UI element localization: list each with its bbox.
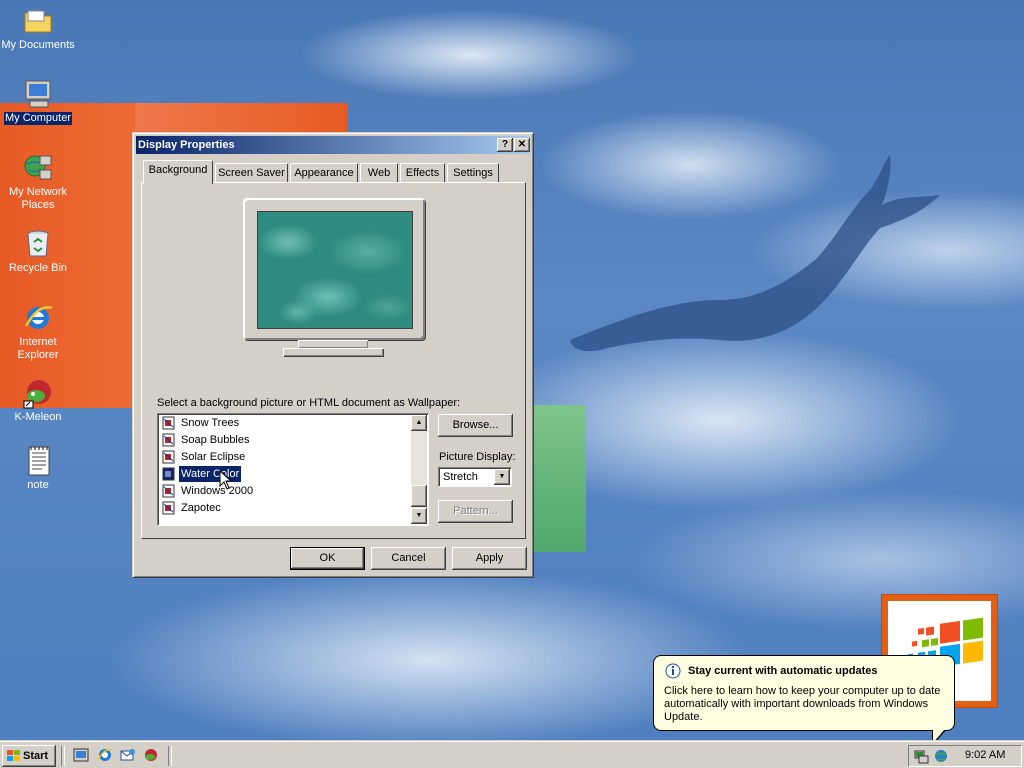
tab-appearance[interactable]: Appearance — [290, 163, 358, 183]
tab-web[interactable]: Web — [360, 163, 398, 183]
info-icon — [665, 663, 681, 679]
bitmap-file-icon — [162, 416, 176, 430]
desktop-icon-my-computer[interactable]: My Computer — [0, 78, 76, 125]
clock[interactable]: 9:02 AM — [965, 749, 1005, 761]
desktop-icon-label: Internet Explorer — [17, 336, 59, 361]
internet-explorer-icon[interactable] — [97, 747, 113, 763]
desktop-icon-internet-explorer[interactable]: Internet Explorer — [0, 302, 76, 362]
desktop-icon-label: My Network Places — [8, 186, 68, 211]
taskbar-separator — [61, 746, 65, 766]
help-button[interactable]: ? — [497, 138, 513, 152]
bitmap-file-icon — [162, 450, 176, 464]
browse-button[interactable]: Browse... — [438, 414, 513, 437]
chevron-down-icon[interactable]: ▼ — [494, 469, 510, 485]
monitor-base — [283, 348, 383, 356]
close-button[interactable]: ✕ — [514, 138, 530, 152]
tab-settings[interactable]: Settings — [447, 163, 499, 183]
system-tray: 9:02 AM — [908, 745, 1022, 767]
dialog-titlebar[interactable]: Display Properties ? ✕ — [136, 136, 530, 154]
picture-display-label: Picture Display: — [439, 451, 516, 463]
pattern-button[interactable]: Pattern... — [438, 500, 513, 523]
windows-flag-icon — [7, 750, 20, 761]
desktop-icon-my-documents[interactable]: My Documents — [0, 5, 76, 52]
tab-screen-saver[interactable]: Screen Saver — [215, 163, 288, 183]
desktop-icon-label: My Documents — [1, 39, 75, 51]
taskbar: Start 9:02 AM — [0, 740, 1024, 768]
k-meleon-icon[interactable] — [143, 747, 159, 763]
text-document-icon — [22, 445, 54, 477]
network-globe-icon — [22, 152, 54, 184]
listbox-scrollbar[interactable]: ▲ ▼ — [411, 415, 427, 524]
taskbar-separator — [168, 746, 172, 766]
tab-effects[interactable]: Effects — [400, 163, 445, 183]
balloon-body: Click here to learn how to keep your com… — [664, 685, 941, 723]
mouse-cursor-icon — [219, 470, 233, 490]
desktop-icon-label: My Computer — [3, 112, 73, 125]
dialog-title: Display Properties — [138, 139, 235, 151]
network-tray-icon[interactable] — [913, 748, 929, 764]
k-meleon-icon — [22, 377, 54, 409]
balloon-title: Stay current with automatic updates — [688, 665, 878, 677]
apply-button[interactable]: Apply — [452, 547, 527, 570]
computer-icon — [22, 78, 54, 110]
desktop-icon-note[interactable]: note — [0, 445, 76, 492]
folder-icon — [22, 5, 54, 37]
internet-explorer-icon — [22, 302, 54, 334]
bitmap-file-icon — [162, 433, 176, 447]
recycle-bin-icon — [22, 228, 54, 260]
desktop-icon-recycle-bin[interactable]: Recycle Bin — [0, 228, 76, 275]
desktop-icon-label: Recycle Bin — [8, 262, 68, 274]
display-properties-dialog: Display Properties ? ✕ Background Screen… — [132, 132, 534, 578]
scroll-thumb[interactable] — [411, 485, 427, 507]
windows-update-tray-icon[interactable] — [933, 748, 949, 764]
show-desktop-icon[interactable] — [73, 747, 89, 763]
outlook-express-icon[interactable] — [120, 747, 136, 763]
cancel-button[interactable]: Cancel — [371, 547, 446, 570]
wallpaper-green-block — [534, 405, 586, 552]
start-button[interactable]: Start — [2, 745, 56, 767]
scroll-up-arrow-icon[interactable]: ▲ — [411, 415, 427, 431]
ok-button[interactable]: OK — [290, 547, 365, 570]
monitor-preview — [243, 198, 425, 340]
wallpaper-listbox[interactable]: Snow Trees Soap Bubbles Solar Eclipse Wa… — [157, 413, 429, 526]
desktop-icon-label: K-Meleon — [14, 411, 62, 423]
wallpaper-prompt-label: Select a background picture or HTML docu… — [157, 397, 461, 409]
bitmap-file-icon — [162, 501, 176, 515]
start-label: Start — [23, 750, 49, 762]
bitmap-file-icon — [162, 467, 176, 481]
scroll-down-arrow-icon[interactable]: ▼ — [411, 508, 427, 524]
tab-background[interactable]: Background — [143, 160, 213, 184]
update-notification-balloon[interactable]: Stay current with automatic updates Clic… — [653, 655, 955, 731]
picture-display-select[interactable]: Stretch ▼ — [438, 467, 512, 487]
desktop-icon-k-meleon[interactable]: K-Meleon — [0, 377, 76, 424]
wallpaper-preview-screen — [257, 211, 413, 329]
monitor-neck — [298, 340, 368, 348]
picture-display-value: Stretch — [443, 471, 478, 483]
wallpaper-diver-silhouette — [570, 155, 940, 352]
desktop-icon-my-network-places[interactable]: My Network Places — [0, 152, 76, 212]
desktop-icon-label: note — [27, 479, 49, 491]
bitmap-file-icon — [162, 484, 176, 498]
